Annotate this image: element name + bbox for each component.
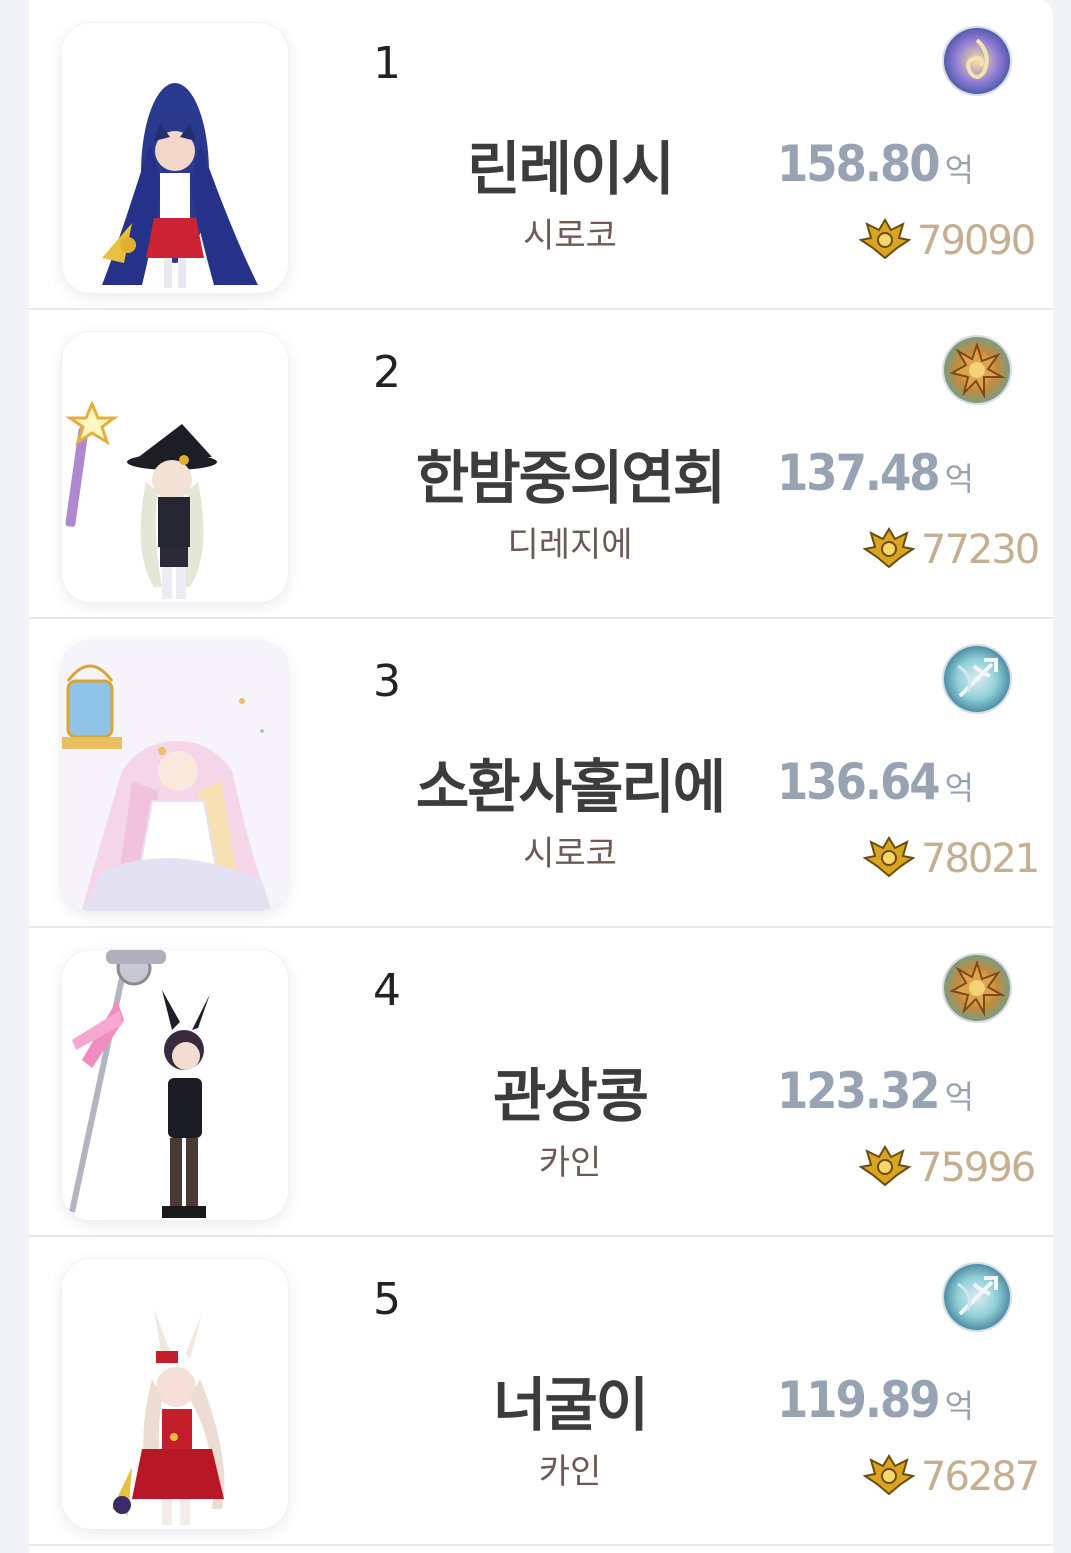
trident-spirit-icon <box>942 1262 1012 1332</box>
character-name[interactable]: 한밤중의연회 <box>369 431 771 515</box>
trident-spirit-icon <box>942 644 1012 714</box>
fame-crest-icon <box>863 836 915 878</box>
damage-value: 137.48 억 <box>777 444 974 502</box>
damage-unit: 억 <box>944 1387 975 1425</box>
damage-value: 136.64 억 <box>777 753 974 811</box>
character-name[interactable]: 너굴이 <box>369 1358 771 1442</box>
ranking-card[interactable]: 1 린레이시 시로코 158.80 억 79090 <box>29 0 1053 310</box>
server-name: 카인 <box>538 1452 602 1492</box>
fame-crest-icon <box>863 527 915 569</box>
character-portrait <box>61 331 289 603</box>
rank-number: 4 <box>373 965 401 1016</box>
damage-unit: 억 <box>944 769 975 807</box>
fame-number: 77230 <box>921 527 1040 573</box>
character-portrait <box>61 22 289 294</box>
sun-burst-icon <box>942 335 1012 405</box>
character-name[interactable]: 린레이시 <box>369 122 771 206</box>
fame-number: 78021 <box>921 836 1040 882</box>
ranking-card[interactable]: 4 관상콩 카인 123.32 억 75996 <box>29 927 1053 1237</box>
damage-unit: 억 <box>944 1078 975 1116</box>
server-name: 카인 <box>538 1143 602 1183</box>
damage-number: 123.32 <box>777 1062 941 1120</box>
ranking-card[interactable]: 2 한밤중의연회 디레지에 137.48 억 77230 <box>29 309 1053 619</box>
fame-crest-icon <box>859 1145 911 1187</box>
server-name: 디레지에 <box>507 525 633 565</box>
damage-number: 158.80 <box>777 135 941 193</box>
damage-unit: 억 <box>944 151 975 189</box>
rank-number: 3 <box>373 656 401 707</box>
character-name[interactable]: 소환사홀리에 <box>369 740 771 824</box>
spiral-flame-icon <box>942 26 1012 96</box>
damage-number: 119.89 <box>777 1371 941 1429</box>
character-portrait <box>61 1258 289 1530</box>
ranking-card[interactable]: 3 소환사홀리에 시로코 136.64 억 78021 <box>29 618 1053 928</box>
ranking-list: 1 린레이시 시로코 158.80 억 79090 2 한밤중의연회 디레지에 … <box>29 0 1053 1553</box>
damage-value: 123.32 억 <box>777 1062 974 1120</box>
damage-value: 158.80 억 <box>777 135 974 193</box>
rank-number: 1 <box>373 38 401 89</box>
fame-crest-icon <box>859 218 911 260</box>
fame-number: 76287 <box>921 1454 1040 1500</box>
damage-number: 137.48 <box>777 444 941 502</box>
rank-number: 2 <box>373 347 401 398</box>
character-portrait <box>61 949 289 1221</box>
fame-number: 75996 <box>917 1145 1036 1191</box>
damage-number: 136.64 <box>777 753 941 811</box>
character-name[interactable]: 관상콩 <box>369 1049 771 1133</box>
damage-unit: 억 <box>944 460 975 498</box>
sun-burst-icon <box>942 953 1012 1023</box>
ranking-card[interactable]: 5 너굴이 카인 119.89 억 76287 <box>29 1236 1053 1546</box>
rank-number: 5 <box>373 1274 401 1325</box>
fame-number: 79090 <box>917 218 1036 264</box>
server-name: 시로코 <box>523 216 617 256</box>
fame-crest-icon <box>863 1454 915 1496</box>
server-name: 시로코 <box>523 834 617 874</box>
character-portrait <box>61 640 289 912</box>
damage-value: 119.89 억 <box>777 1371 974 1429</box>
